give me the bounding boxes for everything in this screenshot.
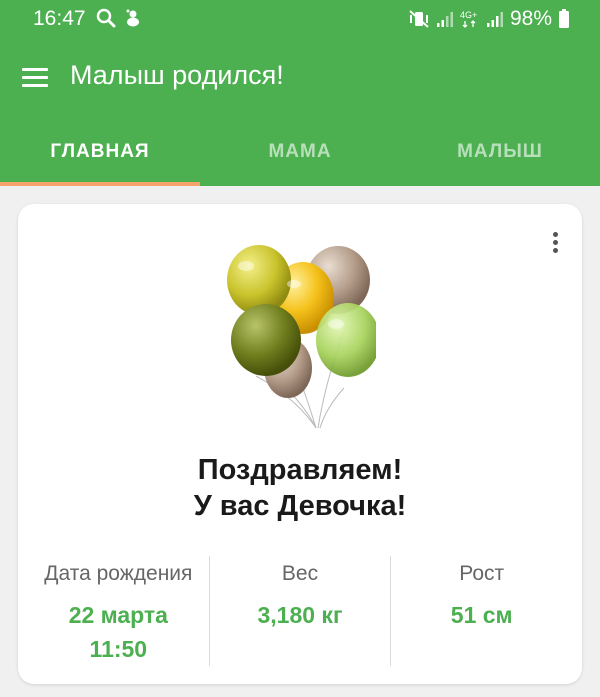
stat-value: 22 марта 11:50 bbox=[28, 598, 209, 666]
balloons-image bbox=[227, 245, 376, 429]
stat-label: Вес bbox=[281, 562, 319, 585]
status-left-icons bbox=[96, 8, 142, 28]
birth-date-value: 22 марта bbox=[68, 602, 168, 628]
weight-value: 3,180 кг bbox=[257, 602, 343, 628]
battery-icon bbox=[559, 9, 569, 28]
app-bar: 16:47 4G+ 98% Малыш родился! ГЛАВНАЯ МАМ… bbox=[0, 0, 600, 186]
mute-vibrate-icon bbox=[409, 10, 429, 28]
birth-card: Поздравляем! У вас Девочка! Дата рождени… bbox=[18, 204, 582, 684]
birth-time-value: 11:50 bbox=[89, 636, 148, 662]
congrats-line-1: Поздравляем! bbox=[197, 454, 403, 486]
app-title: Малыш родился! bbox=[70, 60, 284, 90]
battery-percent: 98% bbox=[509, 7, 552, 30]
congratulations-text: Поздравляем! У вас Девочка! bbox=[18, 452, 582, 524]
congrats-line-2: У вас Девочка! bbox=[193, 490, 407, 522]
tab-bar: ГЛАВНАЯ МАМА МАЛЫШ bbox=[0, 118, 600, 186]
status-bar: 16:47 4G+ 98% bbox=[0, 0, 600, 38]
svg-text:4G+: 4G+ bbox=[460, 10, 477, 20]
stat-label: Рост bbox=[459, 562, 505, 585]
stat-label: Дата рождения bbox=[44, 562, 193, 585]
stat-birth-date: Дата рождения 22 марта 11:50 bbox=[28, 556, 209, 666]
signal-icon bbox=[436, 12, 453, 27]
hamburger-menu-icon[interactable] bbox=[22, 68, 48, 88]
notification-icon bbox=[126, 9, 139, 27]
toolbar: Малыш родился! bbox=[0, 40, 600, 116]
more-options-icon[interactable] bbox=[550, 232, 560, 258]
birth-stats: Дата рождения 22 марта 11:50 Вес 3,180 к… bbox=[28, 556, 572, 666]
status-right: 4G+ 98% bbox=[408, 7, 570, 31]
4g-icon: 4G+ bbox=[460, 10, 477, 28]
stat-height: Рост 51 см bbox=[390, 556, 572, 666]
stat-weight: Вес 3,180 кг bbox=[208, 556, 391, 666]
height-value: 51 см bbox=[450, 602, 513, 628]
tab-mother[interactable]: МАМА bbox=[200, 118, 400, 186]
status-time: 16:47 bbox=[33, 7, 86, 30]
tab-main[interactable]: ГЛАВНАЯ bbox=[0, 118, 200, 186]
search-icon bbox=[96, 8, 116, 28]
tab-baby[interactable]: МАЛЫШ bbox=[400, 118, 600, 186]
signal-icon bbox=[486, 12, 503, 27]
